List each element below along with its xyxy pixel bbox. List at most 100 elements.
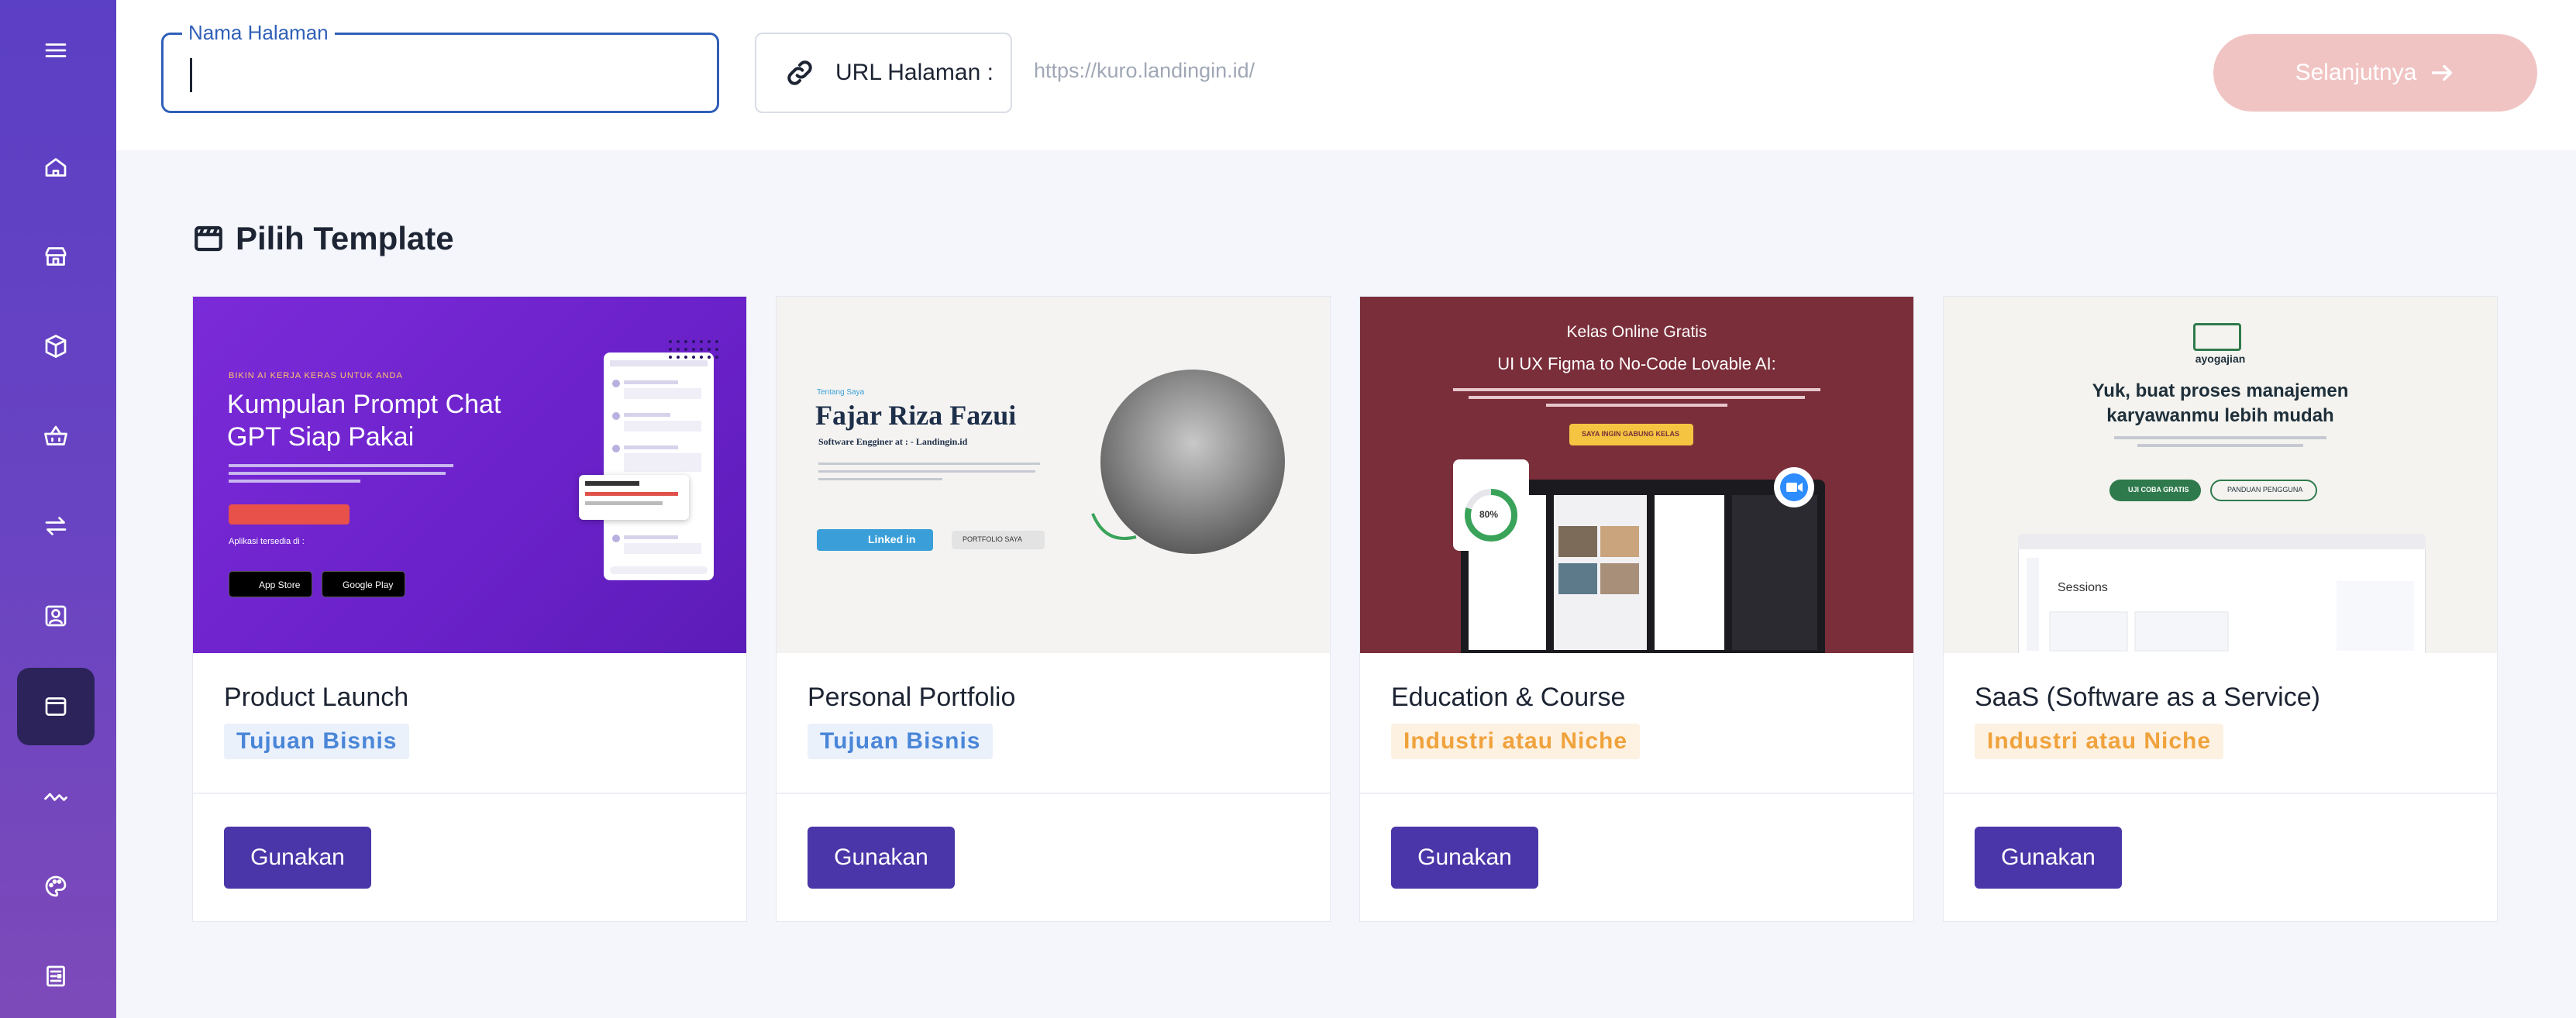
preview-name: Fajar Riza Fazui <box>815 400 1017 431</box>
sidebar-item-orders[interactable] <box>17 397 95 475</box>
sidebar-item-analytics[interactable] <box>17 758 95 835</box>
sidebar-item-store[interactable] <box>17 218 95 295</box>
template-card-personal-portfolio[interactable]: Tentang Saya Fajar Riza Fazui Software E… <box>776 296 1331 922</box>
section-header: Pilih Template <box>192 220 454 257</box>
google-play-label: Google Play <box>343 580 394 590</box>
link-icon <box>787 60 812 85</box>
google-play-badge: Google Play <box>322 571 405 597</box>
app-store-label: App Store <box>259 580 301 590</box>
template-actions: Gunakan <box>193 794 746 921</box>
category-badge: Tujuan Bisnis <box>224 724 410 759</box>
preview-primary-cta-label: UJI COBA GRATIS <box>2128 486 2189 494</box>
preview-secondary-cta: PANDUAN PENGGUNA <box>2210 480 2317 501</box>
document-icon <box>46 965 65 987</box>
preview-cta <box>229 504 350 524</box>
preview-description <box>1453 388 1820 407</box>
template-preview: BIKIN AI KERJA KERAS UNTUK ANDA Kumpulan… <box>193 297 746 653</box>
use-template-button[interactable]: Gunakan <box>1975 827 2122 889</box>
template-icon <box>195 225 222 252</box>
preview-eyebrow: Tentang Saya <box>817 388 865 397</box>
browser-icon <box>45 697 67 716</box>
template-actions: Gunakan <box>1944 794 2497 921</box>
use-template-button[interactable]: Gunakan <box>1391 827 1538 889</box>
sidebar <box>0 0 116 1018</box>
template-preview: ayogajian Yuk, buat proses manajemen kar… <box>1944 297 2497 653</box>
preview-available-label: Aplikasi tersedia di : <box>229 537 305 546</box>
preview-decoration <box>1091 513 1137 540</box>
transfer-icon <box>45 517 67 535</box>
page-name-label: Nama Halaman <box>182 21 335 45</box>
category-badge: Tujuan Bisnis <box>808 724 994 759</box>
preview-stat-value: 80% <box>1479 509 1499 520</box>
preview-stat-card: 80% <box>1453 459 1529 551</box>
preview-dot-pattern <box>669 340 718 359</box>
preview-headline: Kumpulan Prompt Chat GPT Siap Pakai <box>227 390 501 452</box>
app-store-badge: App Store <box>229 571 312 597</box>
template-preview: Tentang Saya Fajar Riza Fazui Software E… <box>777 297 1330 653</box>
page-url-label: URL Halaman : <box>835 60 994 85</box>
preview-description <box>229 464 453 483</box>
menu-icon <box>45 43 67 57</box>
sidebar-item-home[interactable] <box>17 129 95 206</box>
page-settings-bar: Nama Halaman URL Halaman : https://kuro.… <box>116 0 2576 150</box>
page-title: Pilih Template <box>236 220 454 256</box>
preview-logo <box>2193 323 2241 351</box>
page-name-field[interactable]: Nama Halaman <box>161 21 719 113</box>
category-badge: Industri atau Niche <box>1391 724 1641 759</box>
palette-icon <box>45 875 67 897</box>
template-card-product-launch[interactable]: BIKIN AI KERJA KERAS UNTUK ANDA Kumpulan… <box>192 296 747 922</box>
preview-cta: SAYA INGIN GABUNG KELAS <box>1569 424 1693 445</box>
preview-headline: UI UX Figma to No-Code Lovable AI: <box>1497 354 1776 373</box>
sidebar-item-contacts[interactable] <box>17 577 95 655</box>
use-template-button[interactable]: Gunakan <box>808 827 955 889</box>
preview-eyebrow: Kelas Online Gratis <box>1566 323 1707 341</box>
template-title: Product Launch <box>224 683 409 712</box>
sidebar-item-pages[interactable] <box>17 668 95 745</box>
template-preview: Kelas Online Gratis UI UX Figma to No-Co… <box>1360 297 1913 653</box>
preview-video-badge <box>1774 467 1814 507</box>
preview-chat-bubble <box>579 475 689 520</box>
contact-icon <box>45 605 67 627</box>
next-button[interactable]: Selanjutnya <box>2213 34 2537 112</box>
preview-description <box>818 463 1040 480</box>
template-actions: Gunakan <box>1360 794 1913 921</box>
sidebar-item-reports[interactable] <box>17 937 95 1015</box>
next-button-label: Selanjutnya <box>2295 60 2417 85</box>
sidebar-item-transactions[interactable] <box>17 487 95 565</box>
basket-icon <box>44 425 67 445</box>
category-badge: Industri atau Niche <box>1975 724 2224 759</box>
arrow-right-icon <box>2432 64 2453 81</box>
menu-toggle-button[interactable] <box>17 12 95 89</box>
preview-primary-cta: UJI COBA GRATIS <box>2109 480 2201 501</box>
page-url-button[interactable]: URL Halaman : <box>755 33 1012 113</box>
template-info: Product Launch Tujuan Bisnis <box>193 653 746 794</box>
use-template-button[interactable]: Gunakan <box>224 827 371 889</box>
preview-cta-label: SAYA INGIN GABUNG KELAS <box>1582 430 1680 438</box>
preview-eyebrow: BIKIN AI KERJA KERAS UNTUK ANDA <box>229 371 403 380</box>
template-title: Personal Portfolio <box>808 683 1016 712</box>
cube-icon <box>45 335 67 358</box>
analytics-icon <box>44 793 67 801</box>
preview-portfolio-button: PORTFOLIO SAYA <box>952 531 1045 549</box>
preview-brand: ayogajian <box>2195 353 2246 365</box>
preview-description <box>2114 436 2326 447</box>
preview-linkedin-label: Linked in <box>868 533 916 545</box>
sidebar-item-theme[interactable] <box>17 848 95 925</box>
store-icon <box>45 247 67 266</box>
template-card-education-course[interactable]: Kelas Online Gratis UI UX Figma to No-Co… <box>1359 296 1914 922</box>
sidebar-item-products[interactable] <box>17 308 95 385</box>
preview-role: Software Engginer at : - Landingin.id <box>818 436 968 447</box>
preview-secondary-cta-label: PANDUAN PENGGUNA <box>2227 486 2303 494</box>
preview-headline: Yuk, buat proses manajemen karyawanmu le… <box>2092 380 2349 426</box>
preview-app-window: Sessions <box>2018 534 2426 653</box>
template-card-saas[interactable]: ayogajian Yuk, buat proses manajemen kar… <box>1943 296 2498 922</box>
template-info: SaaS (Software as a Service) Industri at… <box>1944 653 2497 794</box>
preview-linkedin-button: Linked in <box>817 529 933 551</box>
template-title: SaaS (Software as a Service) <box>1975 683 2320 712</box>
template-actions: Gunakan <box>777 794 1330 921</box>
preview-portfolio-label: PORTFOLIO SAYA <box>963 535 1023 543</box>
page-url-value[interactable]: https://kuro.landingin.id/ <box>1034 59 1255 83</box>
home-icon <box>45 158 67 177</box>
template-info: Personal Portfolio Tujuan Bisnis <box>777 653 1330 794</box>
preview-app-titlebar <box>2018 534 2426 549</box>
